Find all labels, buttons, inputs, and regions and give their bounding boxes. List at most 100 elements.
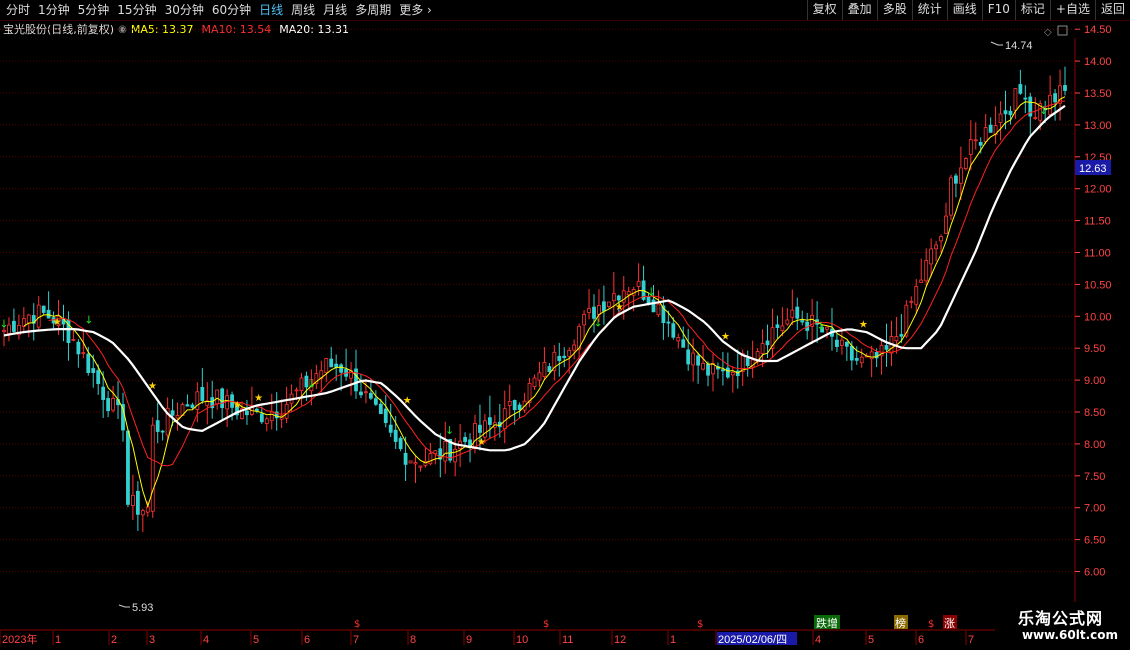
candle-body (170, 410, 175, 416)
candle-body (398, 437, 403, 450)
time-axis: 2023年 1 2 3 4 5 6 7 8 9 10 11 12 1 2025/02/06/四 4 5 6 7 (0, 631, 974, 646)
candlestick (1008, 106, 1013, 125)
candle-body (1008, 110, 1013, 116)
candle-body (111, 398, 115, 411)
candle-body (681, 339, 686, 348)
candle-body (939, 236, 943, 242)
f10-button[interactable]: F10 (981, 0, 1015, 20)
chart-toolbox: ◇ (1044, 25, 1068, 38)
overlay-button[interactable]: 叠加 (841, 0, 877, 20)
candle-body (919, 279, 924, 283)
dollar-markers: $ $ $ (354, 619, 703, 630)
candle-body (1063, 85, 1067, 91)
candle-body (636, 280, 641, 287)
candlestick (26, 313, 31, 338)
tab-monthly[interactable]: 月线 (319, 0, 351, 20)
candle-body (160, 430, 165, 433)
candlestick (676, 333, 681, 349)
time-label: 1 (670, 634, 676, 646)
candle-body (41, 305, 46, 313)
time-label: 2 (111, 634, 117, 646)
candle-body (12, 320, 16, 332)
tab-intraday[interactable]: 分时 (2, 0, 34, 20)
event-label-dec-inc[interactable]: 跌增 (816, 616, 838, 630)
tab-1min[interactable]: 1分钟 (34, 0, 74, 20)
candle-body (1018, 84, 1023, 94)
candlestick (587, 289, 591, 320)
candle-body (299, 377, 304, 392)
tab-60min[interactable]: 60分钟 (208, 0, 255, 20)
price-tick-label: 8.00 (1084, 439, 1105, 451)
tab-daily[interactable]: 日线 (255, 0, 287, 20)
tab-15min[interactable]: 15分钟 (113, 0, 160, 20)
high-annotation: 14.74 (990, 40, 1033, 52)
time-label: 7 (968, 634, 974, 646)
event-label-dollar[interactable]: $ (928, 619, 934, 630)
event-label-rank[interactable]: 榜 (895, 616, 906, 630)
star-icon: ★ (53, 317, 62, 328)
kline-chart[interactable]: ★★★★ ★★★★★↓ ↓↓↓↓↓↓↓ 14.5014.0013.5013.0012… (0, 20, 1130, 650)
candlestick (140, 508, 145, 532)
candlestick (175, 402, 180, 431)
back-button[interactable]: 返回 (1094, 0, 1130, 20)
mark-button[interactable]: 标记 (1014, 0, 1050, 20)
candlestick (502, 390, 507, 444)
tab-30min[interactable]: 30分钟 (161, 0, 208, 20)
draw-line-button[interactable]: 画线 (946, 0, 982, 20)
candlestick (879, 339, 884, 375)
down-arrow-icon: ↓ (84, 313, 93, 326)
candlestick (626, 286, 631, 311)
candle-body (46, 309, 51, 319)
candle-body (101, 386, 106, 400)
tab-more[interactable]: 更多 › (395, 0, 436, 20)
price-tick-label: 6.50 (1084, 535, 1105, 547)
candlestick (641, 265, 646, 302)
multi-stock-button[interactable]: 多股 (876, 0, 912, 20)
candlestick (76, 339, 81, 368)
candle-body (91, 368, 96, 373)
candle-body (284, 403, 289, 419)
candle-body (780, 325, 785, 332)
candle-body (413, 462, 418, 465)
tab-multi-period[interactable]: 多周期 (351, 0, 395, 20)
candle-body (408, 460, 413, 464)
event-label-rise[interactable]: 涨 (944, 617, 955, 630)
candle-body (1033, 117, 1038, 119)
candlestick (155, 402, 160, 444)
candlestick (413, 456, 418, 484)
price-tick-label: 10.50 (1084, 279, 1112, 291)
candlestick (359, 374, 363, 399)
candlestick (968, 120, 973, 171)
candle-body (383, 408, 388, 424)
candlestick (274, 392, 279, 431)
candlestick (299, 372, 304, 406)
candle-body (1053, 93, 1057, 103)
candle-body (507, 400, 512, 406)
time-label: 11 (562, 634, 573, 646)
watermark-title: 乐淘公式网 (1017, 609, 1103, 628)
candle-body (547, 366, 552, 372)
candlestick (111, 385, 115, 413)
candlestick (844, 341, 849, 361)
candlestick (934, 240, 938, 262)
diamond-icon[interactable]: ◇ (1044, 27, 1052, 38)
candle-body (785, 319, 790, 325)
adjust-button[interactable]: 复权 (806, 0, 842, 20)
candle-body (844, 341, 849, 347)
tab-5min[interactable]: 5分钟 (74, 0, 114, 20)
candlestick (71, 330, 76, 342)
candlestick (542, 347, 547, 381)
statistics-button[interactable]: 统计 (911, 0, 947, 20)
candle-body (567, 350, 572, 357)
add-watchlist-button[interactable]: +自选 (1049, 0, 1095, 20)
candle-body (929, 248, 934, 265)
candlestick (210, 380, 215, 419)
star-icon: ★ (254, 393, 263, 404)
chart-grid (0, 28, 1075, 572)
tab-weekly[interactable]: 周线 (287, 0, 319, 20)
candlestick (215, 389, 220, 410)
square-icon[interactable] (1057, 25, 1068, 36)
candlestick (909, 296, 914, 309)
candle-body (606, 301, 611, 307)
candle-body (666, 321, 671, 324)
